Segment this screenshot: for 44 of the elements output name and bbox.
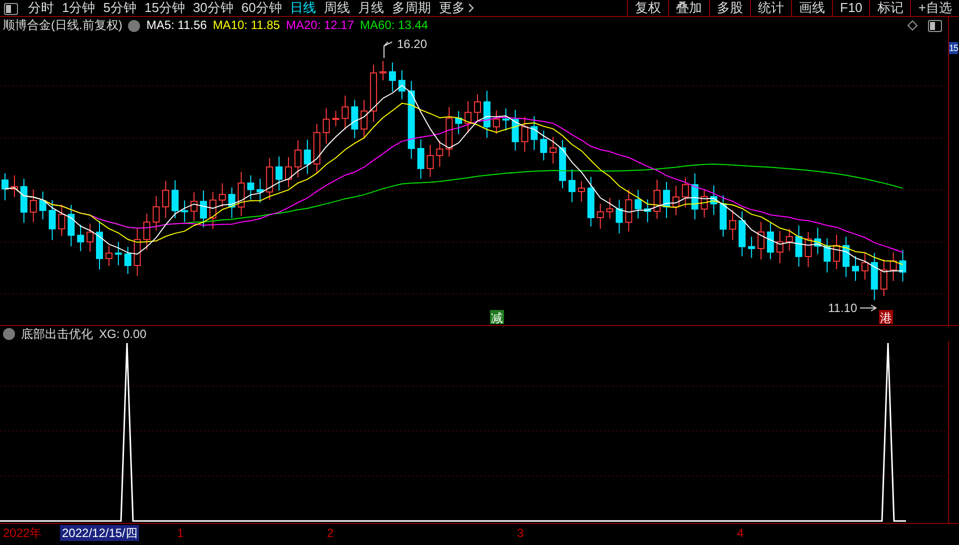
period-tab[interactable]: 60分钟 xyxy=(237,0,286,16)
signal-badge: 减 xyxy=(490,310,504,325)
ma-legend-label: MA10: 11.85 xyxy=(212,17,280,34)
toolbar-button[interactable]: 叠加 xyxy=(668,0,709,16)
dropdown-icon[interactable] xyxy=(3,328,15,340)
toolbar-button[interactable]: 画线 xyxy=(791,0,832,16)
month-label: 3 xyxy=(517,525,524,542)
indicator-name: 底部出击优化 xyxy=(21,326,93,342)
period-tab[interactable]: 15分钟 xyxy=(140,0,189,16)
dropdown-icon[interactable] xyxy=(128,20,140,32)
low-price-label: 11.10 xyxy=(828,301,858,315)
toolbar-button[interactable]: 统计 xyxy=(750,0,791,16)
year-label: 2022年 xyxy=(3,525,42,542)
signal-badge: 港 xyxy=(879,310,893,325)
diamond-icon[interactable] xyxy=(907,20,918,31)
period-tab[interactable]: 30分钟 xyxy=(188,0,238,16)
indicator-value: XG: 0.00 xyxy=(99,326,146,342)
ma-legend-label: MA20: 12.17 xyxy=(286,17,354,34)
period-tab[interactable]: 多周期 xyxy=(388,0,435,16)
panel-toggle-icon[interactable] xyxy=(4,3,18,15)
more-button[interactable]: 更多 xyxy=(434,0,478,16)
ma-legend-label: MA5: 11.56 xyxy=(146,17,207,34)
period-tab[interactable]: 日线 xyxy=(286,0,320,16)
cursor-date-label: 2022/12/15/四 xyxy=(60,525,140,541)
month-label: 4 xyxy=(737,525,744,542)
high-price-arrow xyxy=(384,42,392,58)
toolbar-button[interactable]: 复权 xyxy=(627,0,668,16)
period-tab[interactable]: 5分钟 xyxy=(99,0,140,16)
toolbar-button[interactable]: 多股 xyxy=(709,0,750,16)
high-price-label: 16.20 xyxy=(397,37,428,51)
period-tab[interactable]: 周线 xyxy=(320,0,354,16)
period-tab[interactable]: 分时 xyxy=(24,0,58,16)
period-tab[interactable]: 1分钟 xyxy=(58,0,100,16)
toolbar-button[interactable]: +自选 xyxy=(910,0,959,16)
panel-toggle-icon[interactable] xyxy=(928,20,942,32)
chevron-right-icon xyxy=(468,3,474,13)
toolbar-button[interactable]: 标记 xyxy=(869,0,910,16)
stock-title: 顺博合金(日线.前复权) xyxy=(3,17,122,34)
period-tab[interactable]: 月线 xyxy=(354,0,388,16)
month-label: 2 xyxy=(327,525,334,542)
ma-legend-label: MA60: 13.44 xyxy=(360,17,428,34)
month-label: 1 xyxy=(177,525,184,542)
toolbar-button[interactable]: F10 xyxy=(832,0,870,16)
low-price-arrow xyxy=(860,304,877,312)
